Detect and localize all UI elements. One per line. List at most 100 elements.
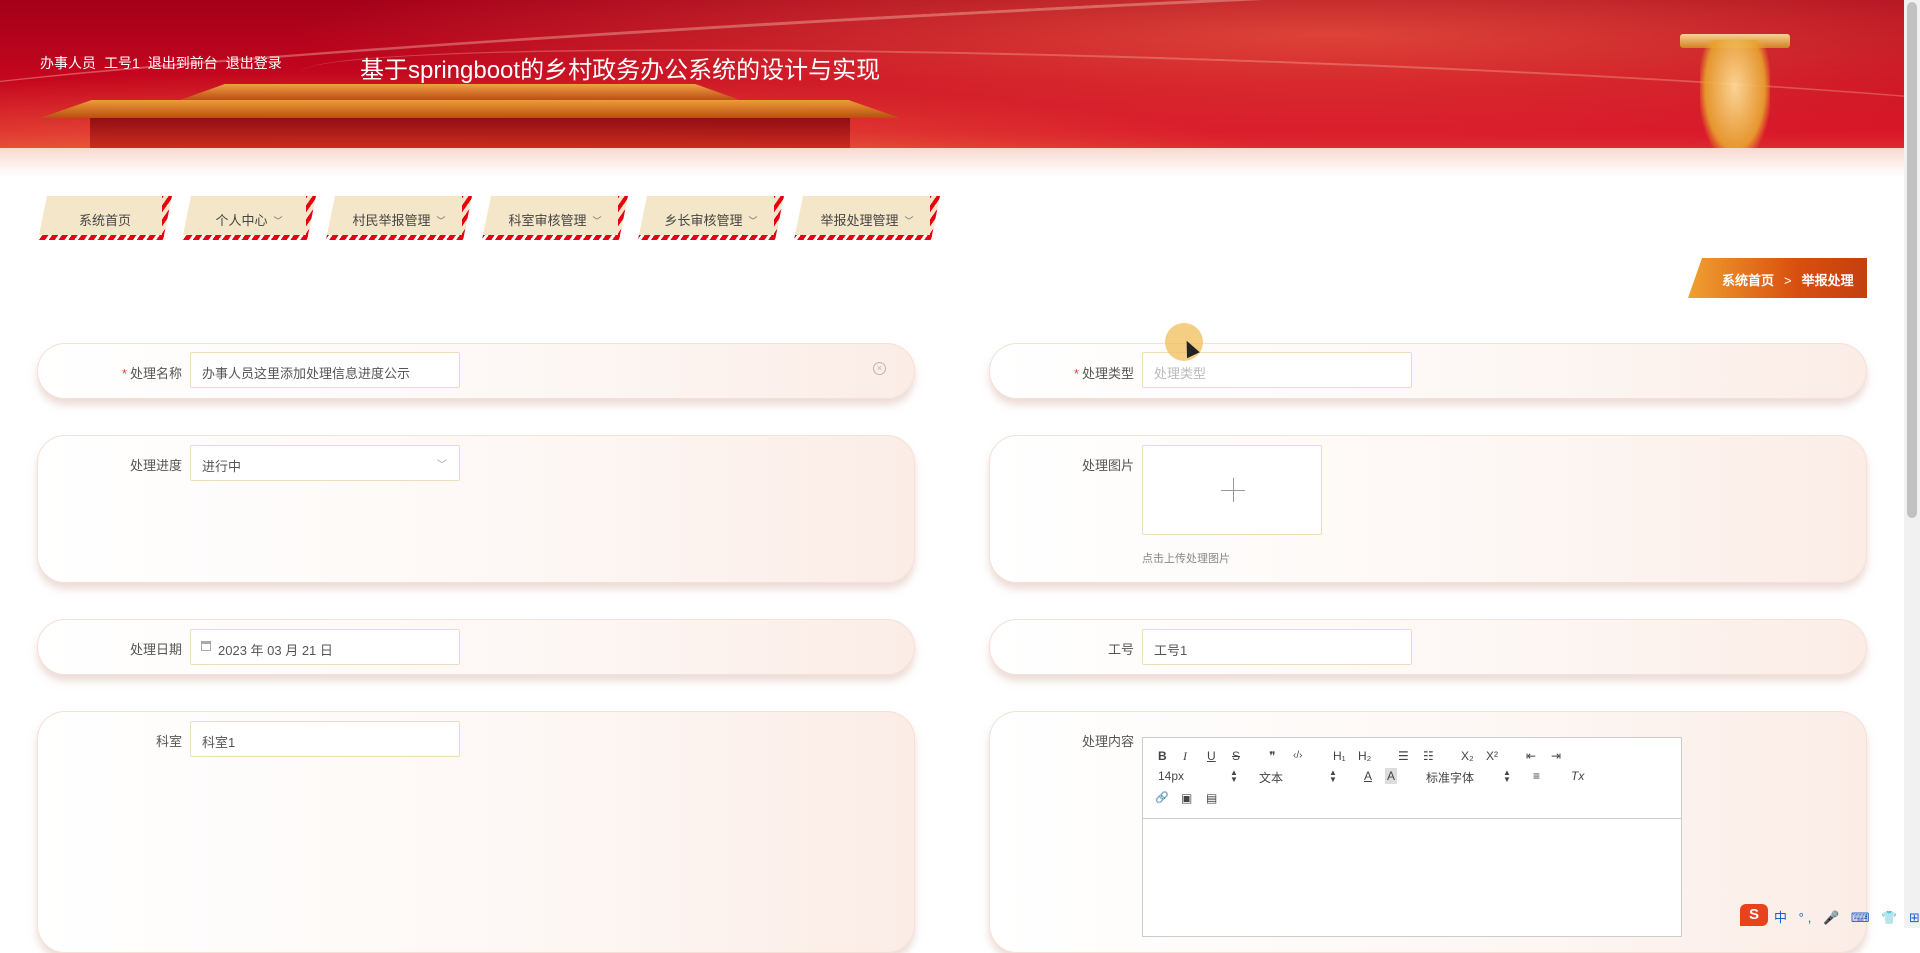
ime-items: 中 °, 🎤 ⌨ 👕 ⊞: [1774, 910, 1920, 925]
nav-item-home[interactable]: 系统首页: [38, 196, 172, 240]
header-banner: 办事人员 工号1 退出到前台 退出登录 基于springboot的乡村政务办公系统的设…: [0, 0, 1904, 176]
required-mark: *: [121, 366, 127, 381]
code-button[interactable]: ‹/›: [1293, 748, 1302, 764]
scrollbar-thumb[interactable]: [1907, 2, 1917, 518]
plus-icon: [1233, 478, 1234, 502]
image-label: 处理图片: [1081, 458, 1134, 473]
font-color-button[interactable]: A: [1364, 768, 1372, 784]
progress-label: 处理进度: [129, 458, 182, 473]
type-label-text: 处理类型: [1081, 366, 1134, 381]
h1-button[interactable]: H₁: [1333, 748, 1346, 764]
link-button[interactable]: 🔗: [1155, 790, 1169, 806]
nav-stripe: [794, 235, 940, 240]
bullet-list-button[interactable]: ☷: [1423, 748, 1434, 764]
superscript-button[interactable]: X²: [1486, 748, 1498, 764]
outdent-button[interactable]: ⇤: [1526, 748, 1536, 764]
name-label-text: 处理名称: [129, 366, 182, 381]
nav-stripe: [482, 235, 628, 240]
chevron-down-icon: ﹀: [436, 216, 446, 226]
ordered-list-button[interactable]: ☰: [1398, 748, 1409, 764]
banner-palace-body: [90, 118, 850, 148]
site-title: 基于springboot的乡村政务办公系统的设计与实现: [360, 57, 881, 84]
select-arrows-icon: ▲ ▼: [1329, 768, 1337, 784]
ime-toolbar[interactable]: S 中 °, 🎤 ⌨ 👕 ⊞: [1740, 904, 1920, 928]
chevron-down-icon: ﹀: [273, 216, 283, 226]
nav-stripe-right: [162, 196, 172, 240]
image-upload-hint: 点击上传处理图片: [1142, 553, 1230, 565]
staff-no-value: 工号1: [1154, 643, 1188, 658]
underline-button[interactable]: U: [1207, 748, 1216, 764]
breadcrumb-current: 举报处理: [1801, 273, 1854, 288]
background-color-button[interactable]: A: [1385, 768, 1398, 784]
date-picker[interactable]: 2023 年 03 月 21 日: [190, 629, 460, 665]
banner-pillar: [1700, 40, 1770, 160]
image-button[interactable]: ▣: [1181, 790, 1192, 806]
italic-button[interactable]: I: [1183, 748, 1187, 764]
name-input[interactable]: 办事人员这里添加处理信息进度公示: [190, 352, 460, 388]
banner-base: [0, 148, 1904, 176]
user-role: 办事人员: [40, 55, 96, 71]
user-links: 办事人员 工号1 退出到前台 退出登录: [40, 53, 290, 73]
nav-stripe: [182, 235, 316, 240]
progress-select[interactable]: 进行中 ﹀: [190, 445, 460, 481]
nav-item-villager-report[interactable]: 村民举报管理 ﹀: [326, 196, 472, 240]
nav-item-label: 系统首页: [78, 213, 131, 228]
quote-button[interactable]: ❞: [1269, 748, 1275, 764]
chevron-down-icon: ﹀: [904, 216, 914, 226]
chevron-down-icon: ﹀: [437, 460, 447, 471]
date-value: 2023 年 03 月 21 日: [218, 643, 333, 658]
breadcrumb: 系统首页 > 举报处理: [1688, 258, 1867, 298]
type-label: * 处理类型: [1032, 363, 1134, 382]
nav-stripe-right: [462, 196, 472, 240]
breadcrumb-home[interactable]: 系统首页: [1722, 273, 1774, 288]
name-label: * 处理名称: [80, 363, 182, 382]
image-upload-button[interactable]: [1142, 445, 1322, 535]
h2-button[interactable]: H₂: [1358, 748, 1371, 764]
progress-value: 进行中: [202, 459, 242, 474]
nav-stripe: [38, 235, 172, 240]
chevron-down-icon: ﹀: [592, 216, 602, 226]
to-frontend-link[interactable]: 退出到前台: [148, 55, 218, 71]
nav-stripe: [638, 235, 784, 240]
clear-icon[interactable]: ×: [873, 362, 886, 375]
staff-no-label: 工号: [1107, 642, 1134, 657]
bold-button[interactable]: B: [1158, 748, 1167, 764]
font-family-value: 标准字体: [1426, 771, 1475, 785]
nav-item-personal-center[interactable]: 个人中心 ﹀: [182, 196, 316, 240]
nav-item-mayor-review[interactable]: 乡长审核管理 ﹀: [638, 196, 784, 240]
department-input[interactable]: 科室1: [190, 721, 460, 757]
font-size-value: 14px: [1158, 769, 1185, 783]
type-placeholder: 处理类型: [1154, 366, 1207, 381]
indent-button[interactable]: ⇥: [1551, 748, 1561, 764]
block-type-select[interactable]: 文本 ▲ ▼: [1259, 769, 1339, 786]
select-arrows-icon: ▲ ▼: [1503, 768, 1511, 784]
nav-item-dept-review[interactable]: 科室审核管理 ﹀: [482, 196, 628, 240]
logout-link[interactable]: 退出登录: [226, 55, 282, 71]
video-button[interactable]: ▤: [1206, 790, 1217, 806]
font-family-select[interactable]: 标准字体 ▲ ▼: [1426, 769, 1511, 786]
breadcrumb-separator: >: [1784, 273, 1792, 288]
font-size-select[interactable]: 14px ▲ ▼: [1158, 768, 1238, 784]
nav-item-label: 个人中心: [215, 213, 268, 228]
content-label: 处理内容: [1081, 734, 1134, 749]
chevron-down-icon: ﹀: [748, 216, 758, 226]
nav-stripe-right: [930, 196, 940, 240]
staff-no-input[interactable]: 工号1: [1142, 629, 1412, 665]
subscript-button[interactable]: X₂: [1461, 748, 1474, 764]
select-arrows-icon: ▲ ▼: [1230, 768, 1238, 784]
user-name: 工号1: [104, 55, 140, 71]
page-scrollbar[interactable]: [1904, 0, 1920, 928]
banner-palace-roof-upper: [180, 84, 740, 100]
clean-format-button[interactable]: Tx: [1571, 768, 1584, 784]
name-value: 办事人员这里添加处理信息进度公示: [202, 366, 411, 381]
align-button[interactable]: ≡: [1533, 768, 1540, 784]
calendar-icon: [201, 641, 211, 651]
strike-button[interactable]: S: [1232, 748, 1240, 764]
editor-toolbar: B I U S ❞ ‹/› H₁ H₂ ☰ ☷ X₂ X² ⇤ ⇥ 14px ▲…: [1143, 738, 1681, 819]
editor-content-area[interactable]: [1143, 819, 1681, 936]
department-value: 科室1: [202, 735, 236, 750]
nav-item-label: 科室审核管理: [508, 213, 587, 228]
nav-stripe: [326, 235, 472, 240]
nav-item-report-handling[interactable]: 举报处理管理 ﹀: [794, 196, 940, 240]
department-label: 科室: [155, 734, 182, 749]
